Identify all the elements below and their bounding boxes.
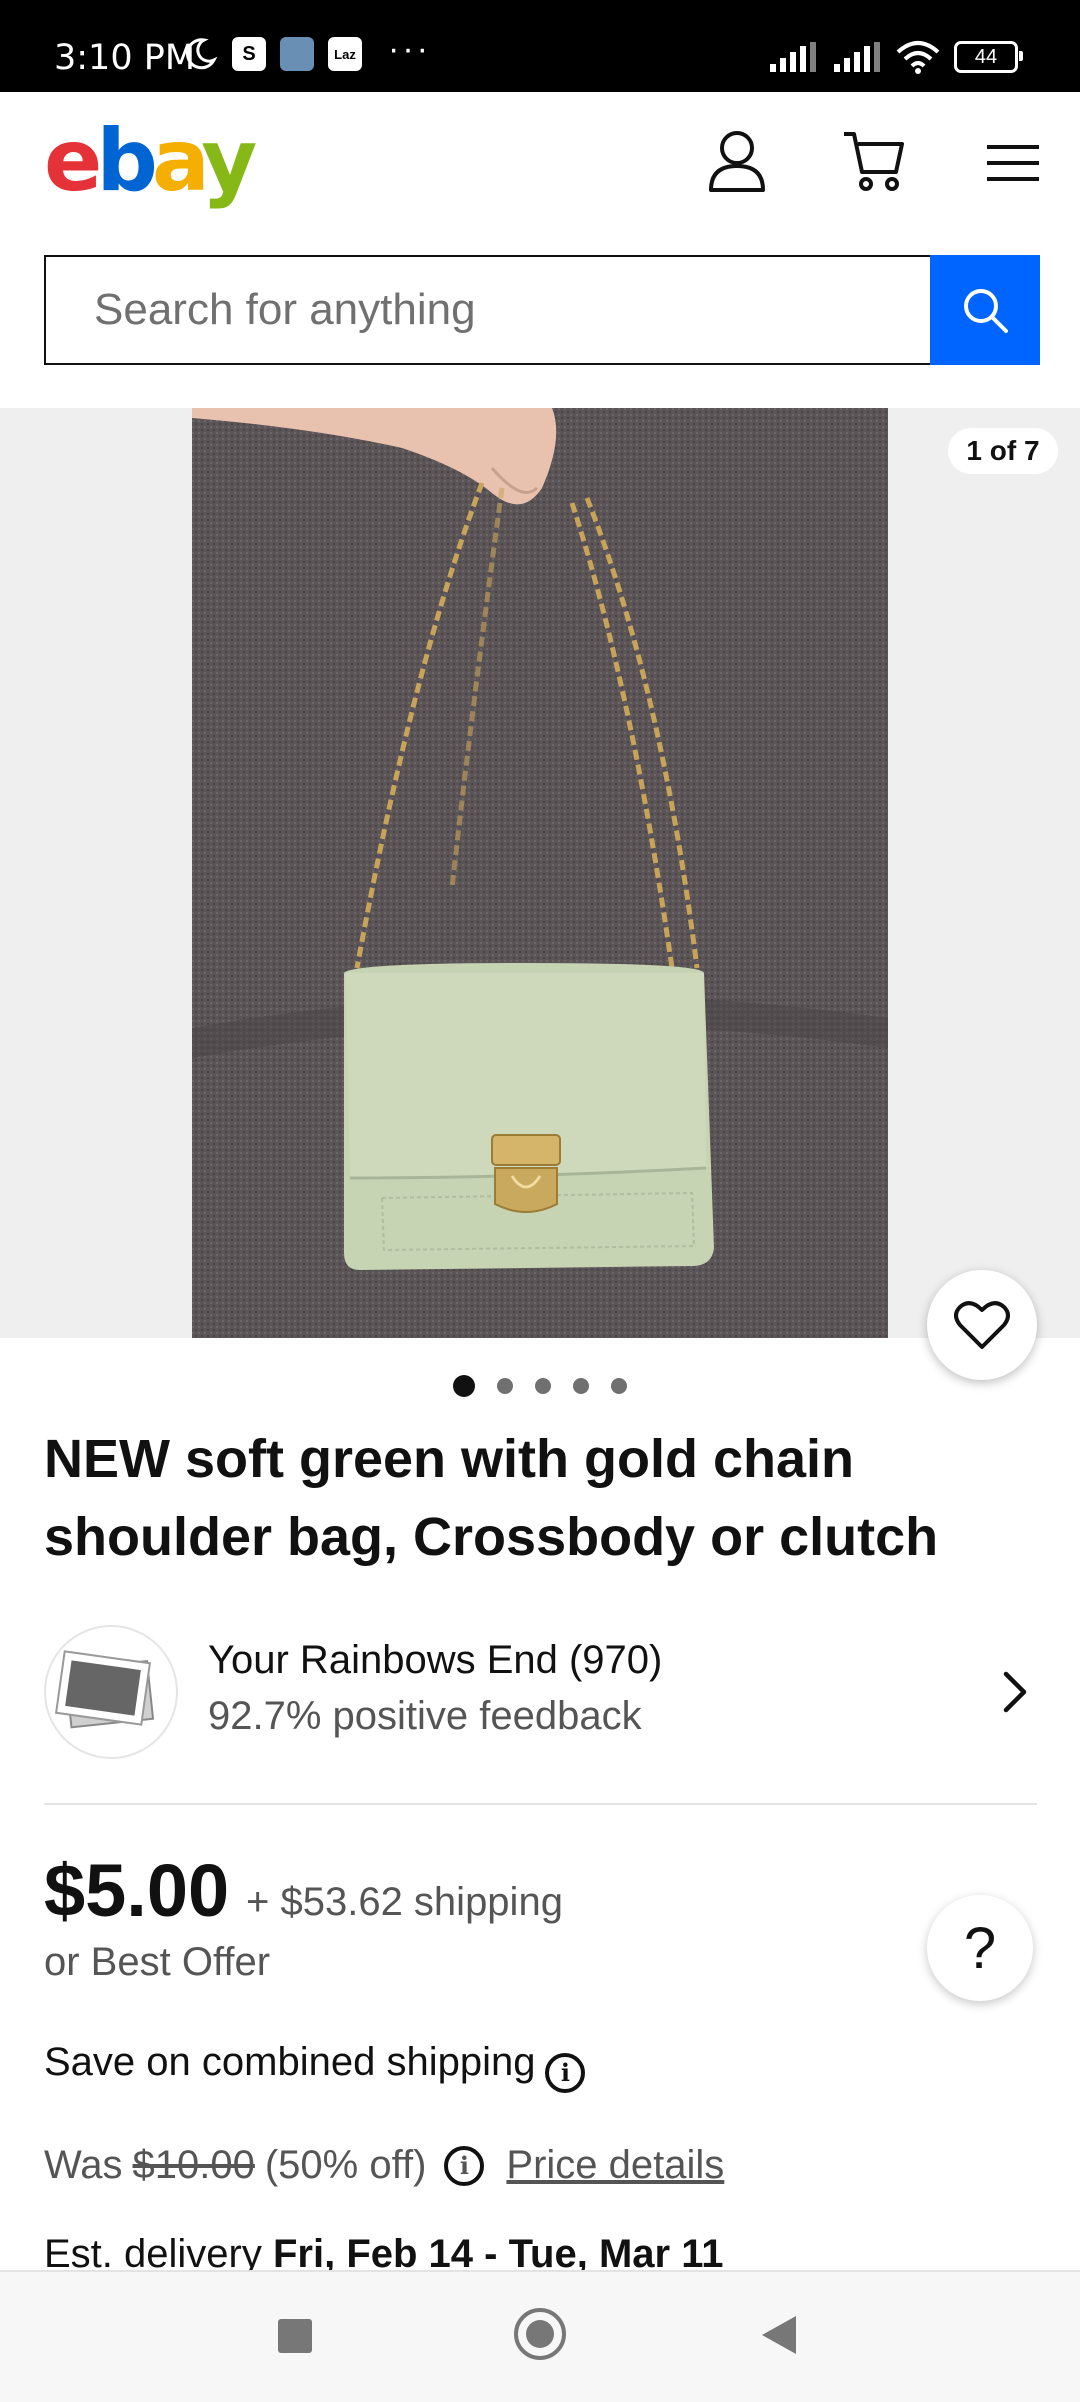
section-divider <box>44 1803 1037 1805</box>
search-bar <box>44 255 1040 365</box>
info-icon[interactable]: i <box>444 2145 485 2186</box>
combined-shipping: Save on combined shipping i <box>44 2040 586 2093</box>
logo-letter: y <box>201 111 257 211</box>
search-icon <box>964 289 1008 333</box>
system-nav-bar <box>0 2270 1080 2402</box>
ebay-logo[interactable]: ebay <box>44 118 257 204</box>
recents-button[interactable] <box>278 2319 312 2353</box>
battery-icon: 44 <box>954 41 1023 73</box>
price-details-link[interactable]: Price details <box>506 2143 724 2188</box>
pagination-dot[interactable] <box>453 1375 475 1397</box>
logo-letter: b <box>96 111 158 211</box>
shop-app-icon: S <box>232 37 266 71</box>
gallery-pagination <box>453 1375 627 1397</box>
est-delivery-dates: Fri, Feb 14 - Tue, Mar 11 <box>272 2232 724 2270</box>
more-notifications-icon: ··· <box>388 29 431 68</box>
pagination-dot[interactable] <box>535 1378 551 1394</box>
notification-icons: S Laz ··· <box>182 30 431 72</box>
bag-photo <box>192 408 888 1338</box>
image-counter: 1 of 7 <box>948 428 1058 474</box>
estimated-delivery: Est. delivery Fri, Feb 14 - Tue, Mar 11 <box>44 2232 724 2270</box>
status-time: 3:10 PM <box>54 38 196 78</box>
status-bar: 3:10 PM S Laz ··· 44 <box>0 0 1080 92</box>
logo-letter: a <box>151 111 207 211</box>
pagination-dot[interactable] <box>573 1378 589 1394</box>
back-button[interactable] <box>762 2316 796 2354</box>
heart-icon <box>954 1301 1010 1349</box>
was-price-row: Was $10.00 (50% off) i Price details <box>44 2143 724 2188</box>
chevron-right-icon[interactable] <box>1000 1670 1030 1714</box>
logo-letter: e <box>44 111 102 211</box>
signal-2-icon <box>834 42 880 72</box>
was-label: Was <box>44 2143 123 2187</box>
info-icon[interactable]: i <box>545 2052 586 2093</box>
shipping-cost: + $53.62 shipping <box>246 1880 563 1924</box>
item-price: $5.00 <box>44 1849 230 1932</box>
help-button[interactable]: ? <box>927 1895 1033 2001</box>
gallery-app-icon <box>280 37 314 71</box>
signal-icon <box>770 42 816 72</box>
image-gallery[interactable] <box>0 408 1080 1338</box>
search-button[interactable] <box>930 255 1040 365</box>
seller-feedback: 92.7% positive feedback <box>208 1694 642 1738</box>
account-icon[interactable] <box>707 128 767 194</box>
search-input[interactable] <box>46 257 932 363</box>
system-icons: 44 <box>768 40 1023 74</box>
listing-title: NEW soft green with gold chain shoulder … <box>44 1429 939 1567</box>
combined-shipping-label: Save on combined shipping <box>44 2040 536 2084</box>
seller-avatar[interactable] <box>44 1625 178 1759</box>
est-delivery-label: Est. delivery <box>44 2232 262 2270</box>
watch-button[interactable] <box>927 1270 1037 1380</box>
pagination-dot[interactable] <box>497 1378 513 1394</box>
product-image[interactable] <box>192 408 888 1338</box>
cart-icon[interactable] <box>842 128 906 194</box>
discount-percent: (50% off) <box>264 2143 427 2187</box>
moon-icon <box>185 38 218 70</box>
seller-name[interactable]: Your Rainbows End (970) <box>208 1638 662 1683</box>
menu-icon[interactable] <box>987 143 1039 183</box>
home-button[interactable] <box>514 2308 566 2360</box>
pagination-dot[interactable] <box>611 1378 627 1394</box>
seller-avatar-image <box>54 1650 155 1729</box>
wifi-icon <box>896 41 940 74</box>
best-offer-text: or Best Offer <box>44 1940 271 1984</box>
lazada-app-icon: Laz <box>328 37 362 71</box>
original-price: $10.00 <box>132 2143 255 2187</box>
